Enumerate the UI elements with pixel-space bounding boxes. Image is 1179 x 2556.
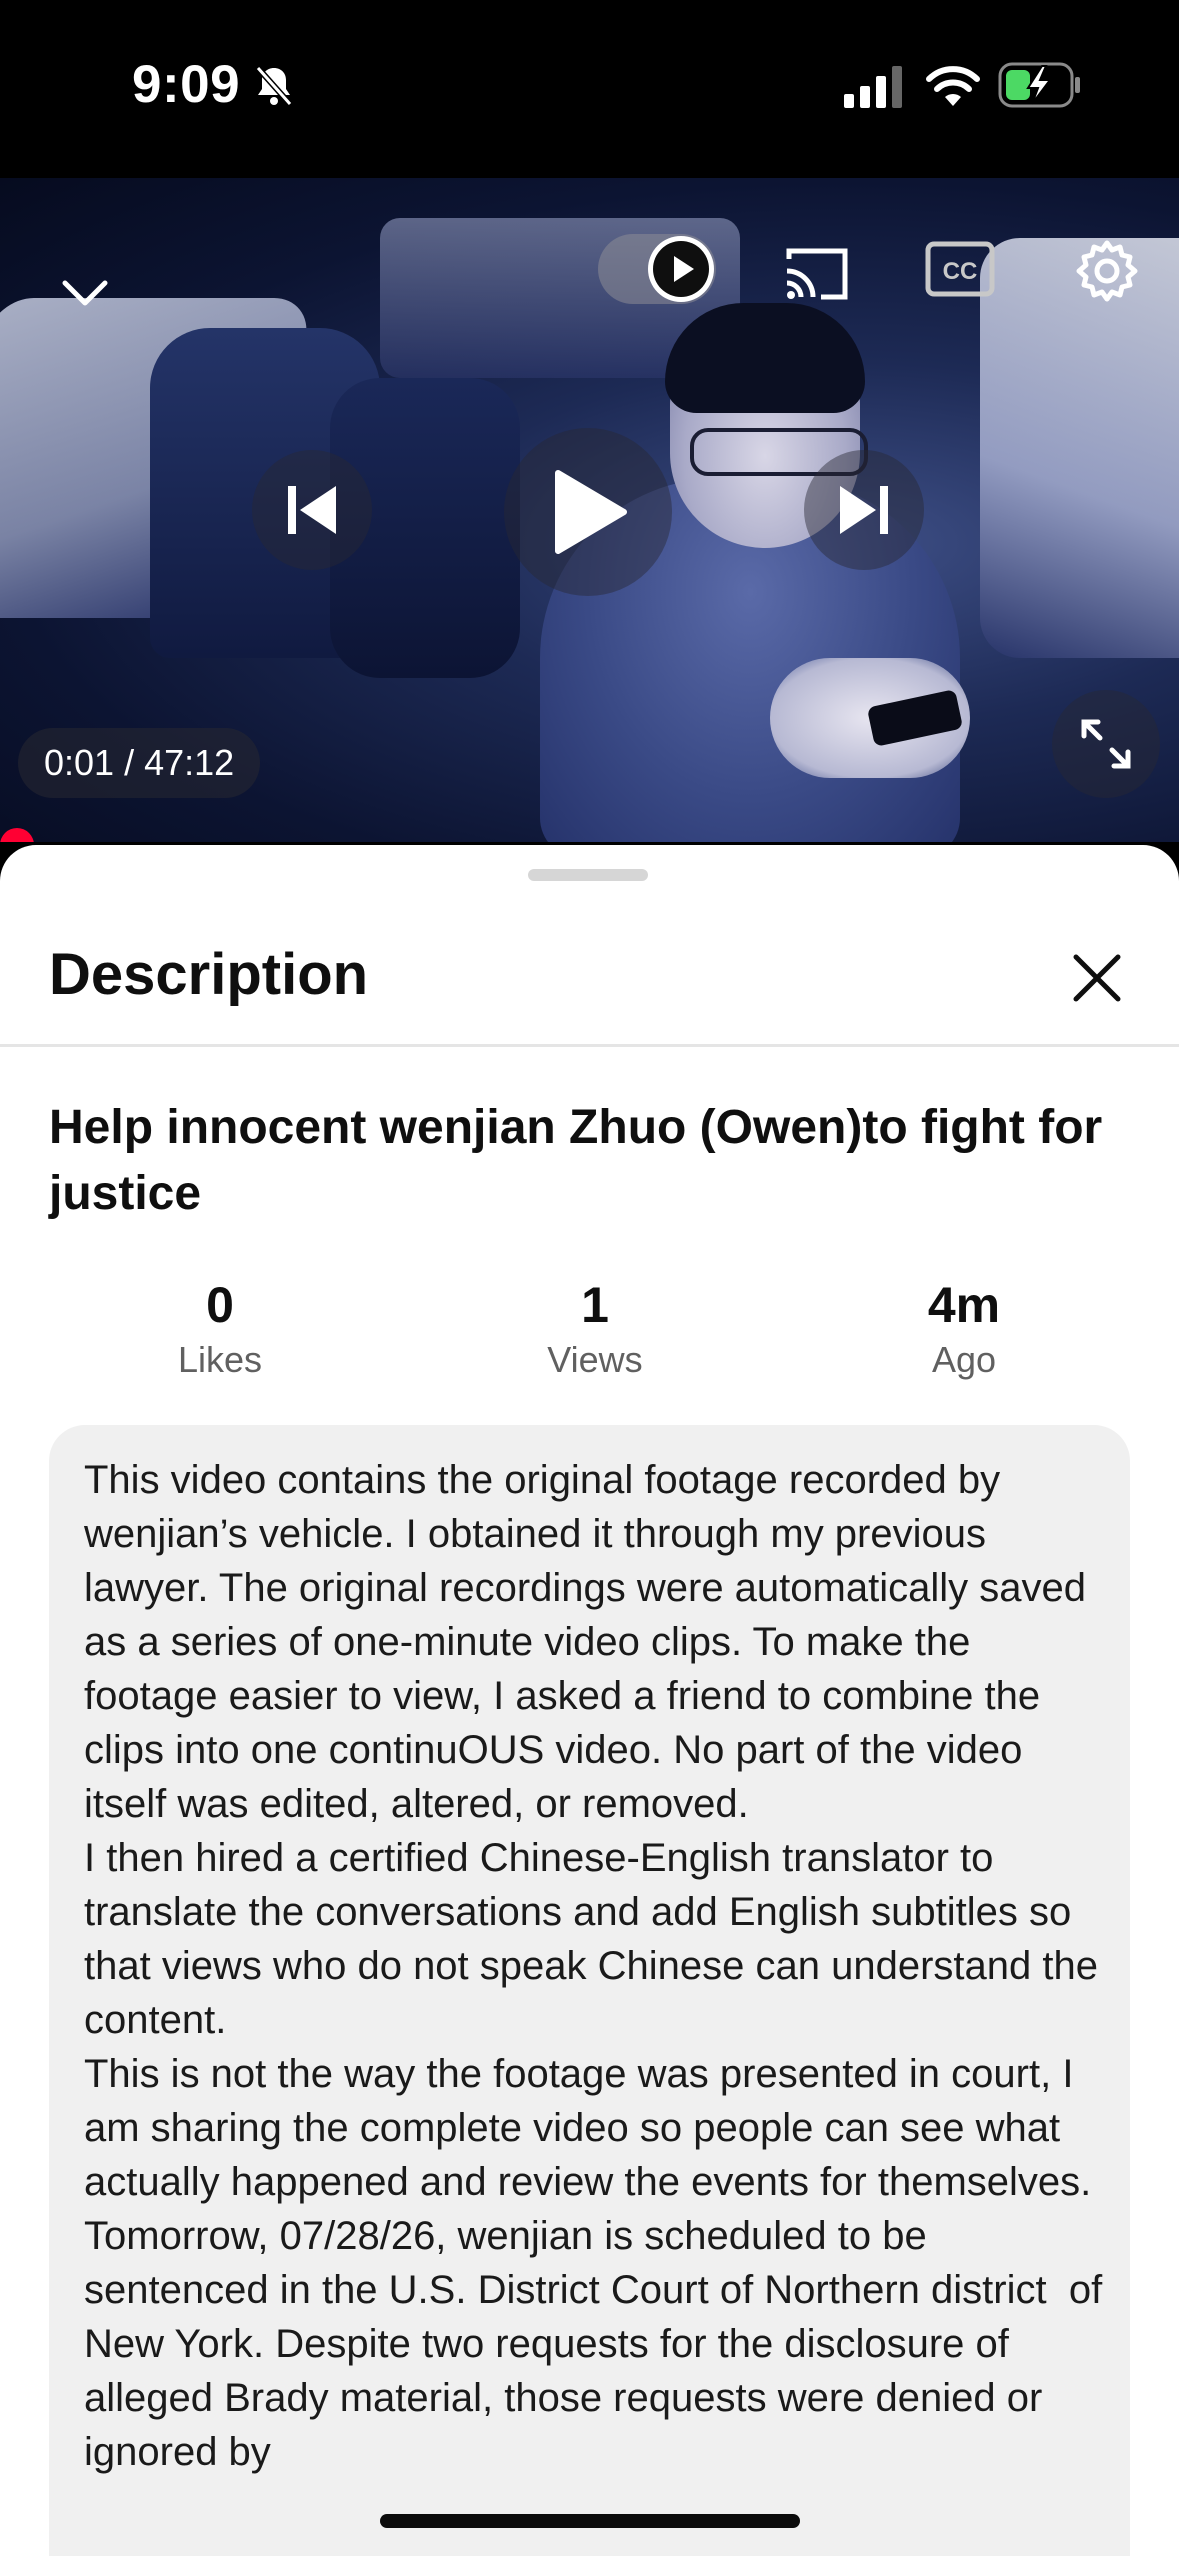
upload-age-label: Ago (931, 1339, 997, 1380)
captions-button[interactable]: CC (925, 240, 995, 298)
upload-age-stat: 4m Ago (854, 1277, 1074, 1383)
description-box: This video contains the original footage… (49, 1425, 1130, 2556)
cc-icon: CC (925, 241, 995, 297)
video-player[interactable]: CC 0:01 / 47:12 (0, 178, 1179, 842)
previous-video-button[interactable] (252, 450, 372, 570)
next-video-button[interactable] (804, 450, 924, 570)
video-title: Help innocent wenjian Zhuo (Owen)to figh… (49, 1101, 1103, 1220)
gear-icon (1076, 240, 1138, 302)
close-button[interactable] (1062, 943, 1132, 1013)
autoplay-toggle[interactable] (598, 234, 716, 304)
likes-label: Likes (177, 1339, 263, 1380)
views-count: 1 (581, 1277, 609, 1333)
fullscreen-button[interactable] (1052, 690, 1160, 798)
video-frame-person-hair (665, 303, 865, 413)
wifi-icon (926, 66, 980, 106)
views-label: Views (547, 1339, 643, 1380)
description-text: This video contains the original footage… (84, 1458, 1103, 2474)
svg-text:CC: CC (943, 258, 978, 285)
play-icon (555, 470, 627, 554)
views-stat: 1 Views (485, 1277, 705, 1383)
cellular-signal-icon (844, 66, 902, 108)
settings-button[interactable] (1070, 234, 1144, 308)
likes-stat: 0 Likes (110, 1277, 330, 1383)
likes-count: 0 (206, 1277, 234, 1333)
cast-button[interactable] (778, 240, 854, 306)
panel-title: Description (49, 942, 369, 1007)
play-button[interactable] (504, 428, 672, 596)
battery-charging-icon (998, 62, 1080, 108)
upload-age-value: 4m (927, 1277, 1001, 1333)
next-icon (840, 486, 888, 534)
status-bar: 9:09 (0, 0, 1179, 178)
home-indicator[interactable] (380, 2514, 800, 2528)
playback-time: 0:01 / 47:12 (18, 728, 261, 798)
cast-icon (786, 248, 848, 300)
status-time: 9:09 (132, 55, 241, 114)
description-panel: Description Help innocent wenjian Zhuo (… (0, 845, 1179, 2556)
fullscreen-icon (1081, 719, 1131, 769)
previous-icon (288, 486, 336, 534)
divider (0, 1044, 1179, 1047)
chevron-down-icon (62, 280, 108, 306)
play-icon (653, 241, 709, 297)
sheet-drag-handle[interactable] (528, 869, 648, 881)
autoplay-knob (648, 236, 714, 302)
minimize-player-button[interactable] (50, 258, 120, 328)
close-icon (1073, 954, 1121, 1002)
bell-slash-icon (255, 66, 293, 106)
progress-scrubber[interactable] (0, 828, 34, 842)
